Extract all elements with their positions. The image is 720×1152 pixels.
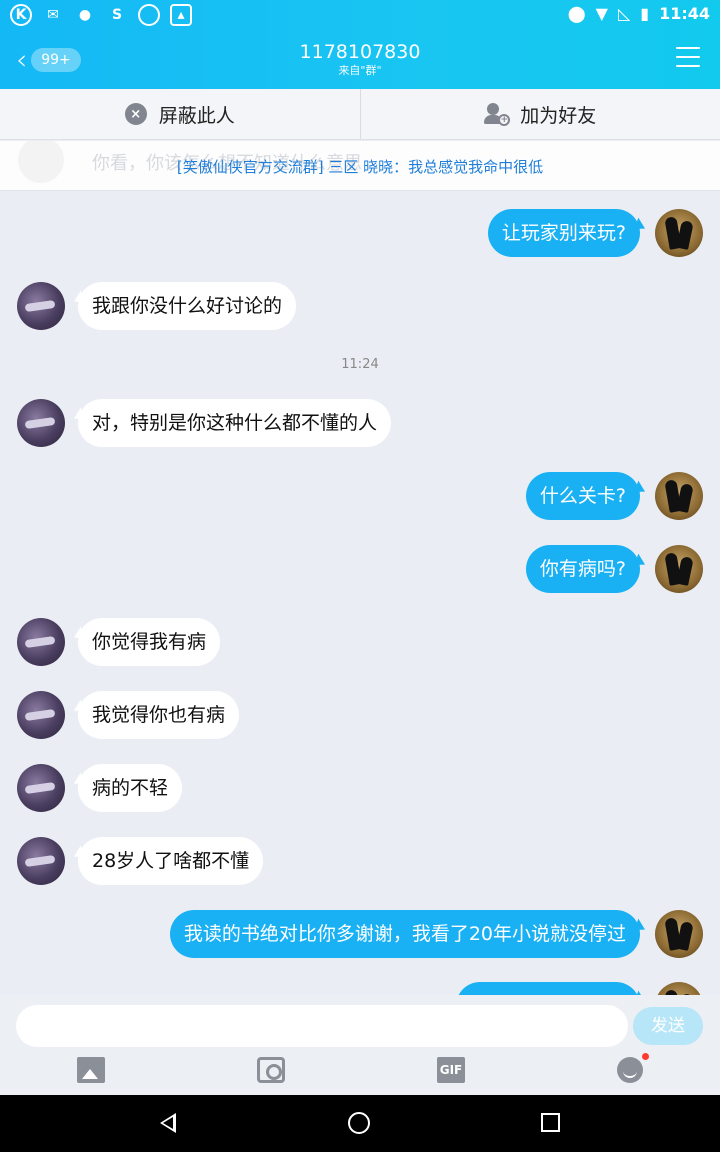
avatar[interactable] <box>17 399 65 447</box>
avatar[interactable] <box>17 691 65 739</box>
gif-icon[interactable]: GIF <box>437 1057 465 1083</box>
status-time: 11:44 <box>659 4 710 23</box>
battery-icon: ▮ <box>640 4 650 23</box>
camera-icon[interactable] <box>257 1057 285 1083</box>
status-bar: K ✉ ● S ▴ ⬤ ▼ ◺ ▮ 11:44 <box>0 0 720 30</box>
gallery-icon: ▴ <box>170 4 192 26</box>
message-bubble-self[interactable]: 让玩家别来玩? <box>487 209 640 257</box>
message-row: 28岁人了啥都不懂 <box>0 837 720 885</box>
message-bubble-self[interactable] <box>456 982 640 995</box>
message-bubble-other[interactable]: 对，特别是你这种什么都不懂的人 <box>78 399 392 447</box>
image-icon[interactable] <box>77 1057 105 1083</box>
avatar[interactable] <box>17 282 65 330</box>
message-bubble-other[interactable]: 你觉得我有病 <box>78 618 221 666</box>
avatar[interactable] <box>655 545 703 593</box>
avatar[interactable] <box>17 618 65 666</box>
block-icon: × <box>124 103 147 125</box>
message-row <box>0 982 720 995</box>
nav-recents-icon[interactable] <box>541 1113 560 1132</box>
message-bubble-self[interactable]: 你有病吗? <box>525 545 640 593</box>
wechat-icon: ● <box>78 7 92 23</box>
message-bubble-other[interactable]: 我跟你没什么好讨论的 <box>78 282 297 330</box>
chat-message-list[interactable]: 让玩家别来玩? 我跟你没什么好讨论的 11:24 对，特别是你这种什么都不懂的人… <box>0 192 720 995</box>
emoji-icon[interactable] <box>617 1053 649 1083</box>
top-bar: K ✉ ● S ▴ ⬤ ▼ ◺ ▮ 11:44 ‹ 99+ 1178107830… <box>0 0 720 89</box>
chat-header: ‹ 99+ 1178107830 来自"群" <box>0 30 720 89</box>
location-icon: ⬤ <box>567 4 586 23</box>
notification-dot <box>642 1053 649 1060</box>
message-input[interactable] <box>16 1005 628 1047</box>
message-row: 你觉得我有病 <box>0 618 720 666</box>
timestamp: 11:24 <box>341 357 379 372</box>
avatar[interactable] <box>17 764 65 812</box>
message-row: 让玩家别来玩? <box>0 209 720 257</box>
title-block: 1178107830 来自"群" <box>0 40 720 78</box>
avatar[interactable] <box>655 209 703 257</box>
message-row: 对，特别是你这种什么都不懂的人 <box>0 399 720 447</box>
message-bubble-self[interactable]: 我读的书绝对比你多谢谢，我看了20年小说就没停过 <box>169 910 640 958</box>
k-icon: K <box>10 4 32 26</box>
message-row: 我读的书绝对比你多谢谢，我看了20年小说就没停过 <box>0 910 720 958</box>
block-user-label: 屏蔽此人 <box>158 104 235 127</box>
message-bubble-other[interactable]: 28岁人了啥都不懂 <box>78 837 264 885</box>
add-friend-label: 加为好友 <box>520 104 597 127</box>
page-subtitle: 来自"群" <box>338 64 382 77</box>
weibo-icon: S <box>111 7 123 23</box>
message-row: 我跟你没什么好讨论的 <box>0 282 720 330</box>
group-notice-text: [笑傲仙侠官方交流群] 三区 晓晓：我总感觉我命中很低 <box>176 158 544 176</box>
menu-icon[interactable] <box>676 47 700 69</box>
message-row: 什么关卡? <box>0 472 720 520</box>
message-row: 病的不轻 <box>0 764 720 812</box>
page-title: 1178107830 <box>299 41 421 63</box>
add-user-icon: + <box>484 102 511 126</box>
mail-icon: ✉ <box>47 7 59 23</box>
avatar[interactable] <box>17 837 65 885</box>
add-friend-button[interactable]: + 加为好友 <box>361 89 720 139</box>
block-user-button[interactable]: × 屏蔽此人 <box>0 89 361 139</box>
input-toolbar: GIF <box>0 1053 720 1089</box>
nav-home-icon[interactable] <box>348 1112 370 1134</box>
message-row: 你有病吗? <box>0 545 720 593</box>
message-bubble-other[interactable]: 我觉得你也有病 <box>78 691 240 739</box>
send-button[interactable]: 发送 <box>633 1007 703 1045</box>
message-bubble-self[interactable]: 什么关卡? <box>525 472 640 520</box>
avatar[interactable] <box>655 472 703 520</box>
system-nav-bar <box>0 1095 720 1152</box>
no-signal-icon: ◺ <box>617 4 631 23</box>
group-notice-banner[interactable]: 你看，你该怎么想不知道什么意思 [笑傲仙侠官方交流群] 三区 晓晓：我总感觉我命… <box>0 141 720 191</box>
avatar[interactable] <box>655 910 703 958</box>
wifi-icon: ▼ <box>595 4 608 23</box>
input-bar: 发送 GIF <box>0 995 720 1095</box>
message-row: 我觉得你也有病 <box>0 691 720 739</box>
avatar[interactable] <box>655 982 703 995</box>
message-bubble-other[interactable]: 病的不轻 <box>78 764 183 812</box>
action-bar: × 屏蔽此人 + 加为好友 <box>0 89 720 140</box>
nav-back-icon[interactable] <box>160 1113 176 1133</box>
loading-icon <box>138 4 160 26</box>
